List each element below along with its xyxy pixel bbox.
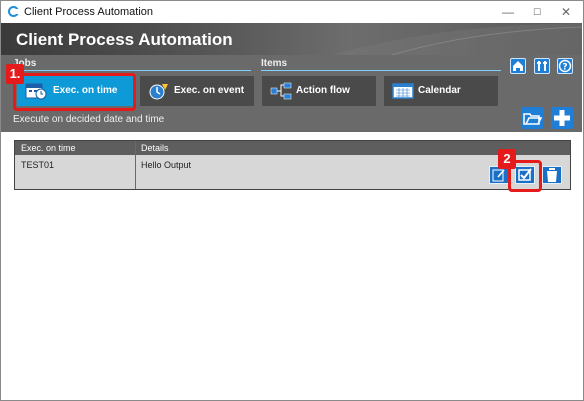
home-icon[interactable] bbox=[510, 58, 526, 74]
window-title: Client Process Automation bbox=[24, 6, 154, 18]
page-title: Client Process Automation bbox=[16, 30, 233, 49]
open-folder-icon[interactable] bbox=[521, 107, 543, 129]
tile-exec-on-event[interactable]: Exec. on event bbox=[140, 76, 254, 106]
highlight-box-1 bbox=[13, 73, 136, 111]
flow-icon bbox=[270, 82, 292, 100]
add-icon[interactable] bbox=[551, 107, 573, 129]
help-icon[interactable]: ? bbox=[557, 58, 573, 74]
mode-description: Execute on decided date and time bbox=[13, 114, 165, 125]
cell-details: Hello Output bbox=[141, 160, 192, 170]
column-header-exec-on-time[interactable]: Exec. on time bbox=[21, 143, 76, 153]
header-swoosh-decoration bbox=[332, 23, 582, 55]
app-logo-icon bbox=[8, 6, 19, 17]
calendar-icon bbox=[392, 83, 414, 99]
tile-label: Exec. on event bbox=[174, 85, 245, 96]
step-badge-1: 1. bbox=[6, 64, 24, 84]
title-bar: Client Process Automation — ☐ ✕ bbox=[1, 1, 583, 23]
event-timer-icon bbox=[149, 84, 168, 100]
maximize-button[interactable]: ☐ bbox=[522, 1, 552, 23]
items-divider bbox=[261, 70, 501, 71]
column-header-details[interactable]: Details bbox=[141, 143, 169, 153]
tools-icon[interactable] bbox=[534, 58, 550, 74]
cell-exec-on-time: TEST01 bbox=[21, 160, 55, 170]
job-table: Exec. on time Details TEST01 Hello Outpu… bbox=[14, 140, 571, 190]
tile-label: Calendar bbox=[418, 85, 461, 96]
close-button[interactable]: ✕ bbox=[551, 1, 581, 23]
tile-label: Action flow bbox=[296, 85, 350, 96]
tile-action-flow[interactable]: Action flow bbox=[262, 76, 376, 106]
step-badge-2: 2 bbox=[498, 149, 516, 169]
app-header: Client Process Automation bbox=[1, 23, 582, 55]
items-section-label: Items bbox=[261, 58, 288, 69]
tile-calendar[interactable]: Calendar bbox=[384, 76, 498, 106]
minimize-button[interactable]: — bbox=[493, 1, 523, 23]
delete-icon[interactable] bbox=[542, 166, 562, 184]
table-header: Exec. on time Details bbox=[15, 141, 570, 155]
column-divider bbox=[135, 141, 136, 189]
svg-text:?: ? bbox=[562, 63, 567, 73]
jobs-divider bbox=[13, 70, 251, 71]
